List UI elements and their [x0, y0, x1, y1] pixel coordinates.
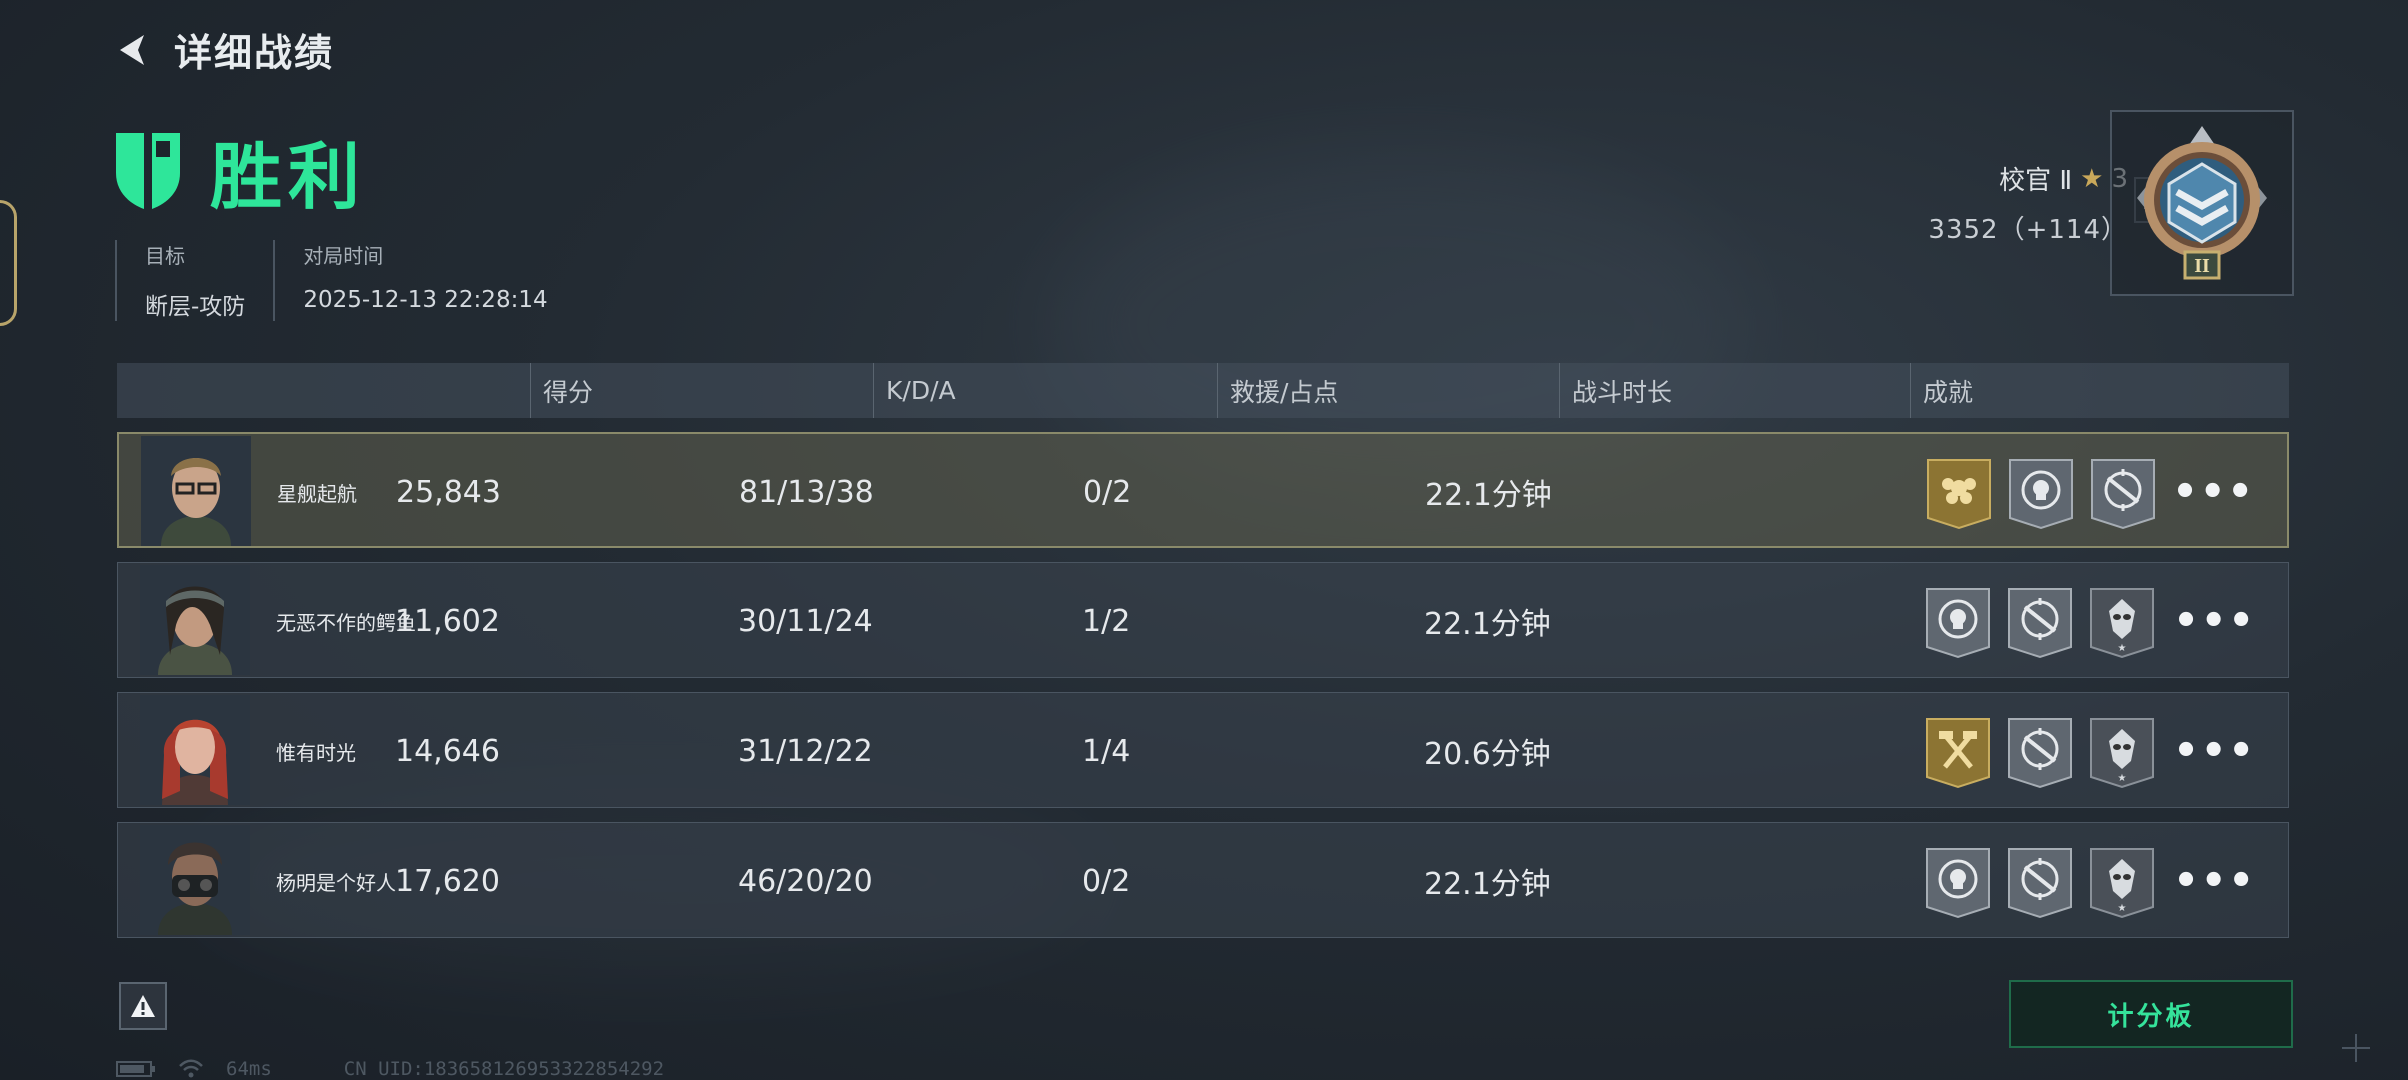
player-name: 星舰起航: [277, 481, 357, 506]
match-table: 得分 K/D/A 救援/占点 战斗时长 成就 星舰起航 25,843 81/13…: [117, 363, 2289, 938]
report-button[interactable]: [119, 982, 167, 1030]
column-kda: K/D/A: [873, 363, 956, 418]
uid-text: CN UID:1836581269533228542​92: [343, 1058, 665, 1080]
scoreboard-button[interactable]: 计分板: [2009, 980, 2293, 1048]
player-kda: 46/20/20: [738, 863, 873, 899]
rank-badge[interactable]: II: [2110, 110, 2294, 296]
back-arrow-icon: [120, 34, 144, 65]
player-duration: 22.1分钟: [1424, 607, 1551, 642]
match-result: 胜利: [114, 118, 366, 223]
ping-value: 64ms: [226, 1058, 272, 1080]
player-score: 11,602: [395, 603, 500, 639]
player-kda: 81/13/38: [739, 474, 874, 510]
player-duration: 22.1分钟: [1425, 478, 1552, 513]
more-options-button[interactable]: •••: [2173, 823, 2256, 939]
player-portrait-icon: [141, 436, 251, 546]
table-row[interactable]: 无恶不作的鳄鱼 11,602 30/11/24 1/2 22.1分钟 ★ •••: [117, 562, 2289, 678]
crosshair-badge-icon[interactable]: [2007, 847, 2073, 919]
time-label: 对局时间: [303, 244, 384, 268]
match-meta: 目标 断层-攻防 对局时间 2025-12-13 22:28:14: [115, 240, 576, 321]
player-kda: 31/12/22: [738, 733, 873, 769]
star-icon: ★: [2080, 163, 2104, 194]
rank-points: 3352（+114）: [1928, 215, 2128, 245]
target-value: 断层-攻防: [145, 294, 246, 320]
target-label: 目标: [145, 244, 185, 268]
avatar[interactable]: [140, 565, 250, 675]
warning-icon: [131, 995, 155, 1017]
table-row[interactable]: 惟有时光 14,646 31/12/22 1/4 20.6分钟 ★ •••: [117, 692, 2289, 808]
player-score: 17,620: [395, 863, 500, 899]
gold-tools-badge-icon[interactable]: [1925, 717, 1991, 789]
back-button[interactable]: [112, 28, 156, 72]
skull-badge-icon[interactable]: [1925, 847, 1991, 919]
player-score: 14,646: [395, 733, 500, 769]
alien-badge-icon[interactable]: ★: [2089, 847, 2155, 919]
player-rescue: 0/2: [1083, 474, 1132, 510]
corner-crosshair: [2342, 1034, 2370, 1062]
crosshair-badge-icon[interactable]: [2007, 587, 2073, 659]
wifi-icon: [179, 1059, 203, 1078]
more-options-button[interactable]: •••: [2172, 434, 2255, 550]
battery-icon: [116, 1061, 155, 1077]
column-rescue: 救援/占点: [1217, 363, 1338, 418]
time-value: 2025-12-13 22:28:14: [303, 287, 548, 313]
svg-text:★: ★: [2118, 773, 2127, 784]
column-score: 得分: [530, 363, 593, 418]
avatar[interactable]: [140, 695, 250, 805]
page-header: 详细战绩: [112, 22, 334, 77]
officer-rank-emblem-icon: II: [2137, 126, 2267, 280]
victory-shield-icon: [116, 132, 180, 209]
time-block: 对局时间 2025-12-13 22:28:14: [273, 240, 575, 321]
table-row[interactable]: 星舰起航 25,843 81/13/38 0/2 22.1分钟 •••: [117, 432, 2289, 548]
badge-numeral: II: [2194, 255, 2210, 277]
page-title: 详细战绩: [174, 31, 335, 75]
svg-text:★: ★: [2118, 643, 2127, 654]
alien-badge-icon[interactable]: ★: [2089, 587, 2155, 659]
table-row[interactable]: 杨明是个好人 17,620 46/20/20 0/2 22.1分钟 ★ •••: [117, 822, 2289, 938]
svg-text:★: ★: [2118, 903, 2127, 914]
alien-badge-icon[interactable]: ★: [2089, 717, 2155, 789]
skull-badge-icon[interactable]: [1925, 587, 1991, 659]
column-achievements: 成就: [1910, 363, 1973, 418]
gold-flower-badge-icon[interactable]: [1926, 458, 1992, 530]
more-options-button[interactable]: •••: [2173, 693, 2256, 809]
table-header: 得分 K/D/A 救援/占点 战斗时长 成就: [117, 363, 2289, 418]
player-duration: 20.6分钟: [1424, 737, 1551, 772]
side-tab-edge[interactable]: [0, 200, 17, 326]
player-rescue: 0/2: [1082, 863, 1131, 899]
player-portrait-icon: [140, 695, 250, 805]
avatar[interactable]: [140, 825, 250, 935]
player-name: 杨明是个好人: [276, 870, 396, 895]
player-kda: 30/11/24: [738, 603, 873, 639]
rank-name: 校官 Ⅱ: [1999, 166, 2073, 196]
avatar[interactable]: [141, 436, 251, 546]
target-block: 目标 断层-攻防: [115, 240, 273, 321]
column-duration: 战斗时长: [1559, 363, 1672, 418]
more-options-button[interactable]: •••: [2173, 563, 2256, 679]
crosshair-badge-icon[interactable]: [2090, 458, 2156, 530]
result-title: 胜利: [210, 135, 367, 219]
player-portrait-icon: [140, 825, 250, 935]
player-score: 25,843: [396, 474, 501, 510]
player-portrait-icon: [140, 565, 250, 675]
rank-info: 校官 Ⅱ ★ 3 3352（+114）: [1928, 160, 2128, 246]
crosshair-badge-icon[interactable]: [2007, 717, 2073, 789]
skull-badge-icon[interactable]: [2008, 458, 2074, 530]
player-name: 惟有时光: [276, 740, 356, 765]
player-rescue: 1/4: [1082, 733, 1131, 769]
status-bar: 64ms CN UID:1836581269533228542​92: [116, 1058, 664, 1080]
player-rescue: 1/2: [1082, 603, 1131, 639]
player-duration: 22.1分钟: [1424, 867, 1551, 902]
